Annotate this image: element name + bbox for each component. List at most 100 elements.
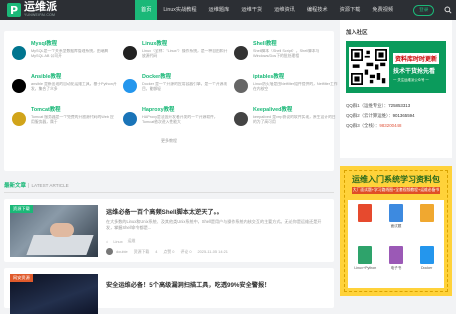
course-title[interactable]: Linux教程: [142, 39, 228, 47]
book-cover-icon: [388, 246, 403, 264]
qr-banner: 资料库时时更新 技术干货抢先看 一 关注运维派公众号 一: [346, 41, 446, 93]
course-title[interactable]: iptables教程: [253, 72, 339, 80]
qr-code-icon: [349, 47, 389, 87]
book-label: Docker: [420, 266, 433, 270]
promo-subtitle: 大厂面试题+学习路线图+全套视频教程+运维必备书: [352, 187, 440, 194]
promo-book: [413, 204, 440, 242]
book-cover-icon: [358, 246, 373, 264]
site-logo[interactable]: P 运维派 YUNWEIPAI.COM: [7, 2, 97, 18]
haproxy-icon: [123, 112, 137, 126]
promo-book: [352, 204, 379, 242]
author-avatar[interactable]: [106, 248, 113, 255]
latest-articles-header: 最新文章 | LATEST ARTICLE: [4, 181, 334, 193]
course-description: Linux（全称："Linux"）操作系统，是一种自由和开放源代码: [142, 49, 228, 59]
course-title[interactable]: Keepalived教程: [253, 105, 339, 113]
nav-item-question-bank[interactable]: 运维题库: [203, 0, 236, 20]
course-card[interactable]: Haproxy教程 HAProxy是法国开发者开发的一个开源软件，Tomcat依次…: [123, 105, 228, 130]
course-card[interactable]: Ansible教程 ansible 是新出现的自动化运维工具，基于Python开发…: [12, 72, 117, 97]
latest-title-en: LATEST ARTICLE: [31, 183, 69, 188]
sidebar: 加入社区 资料库时时更新 技术干货抢先看 一 关注运维派公众号 一 QQ群1（运…: [340, 20, 452, 296]
nav-item-free-videos[interactable]: 免费视频: [366, 0, 399, 20]
course-title[interactable]: Haproxy教程: [142, 105, 228, 113]
course-description: HAProxy是法国开发者开发的一个开源软件，Tomcat依次进入性能大: [142, 115, 218, 125]
article-item[interactable]: 资源下载 运维必备一百个高频Shell脚本太逆天了。。 在大多数的Linux和U…: [4, 199, 334, 262]
course-card[interactable]: Shell教程 Shell脚本（Shell Script），Shell脚本与Win…: [234, 39, 339, 64]
course-description: Shell脚本（Shell Script），Shell脚本与Windows/Do…: [253, 49, 320, 59]
article-category-tag[interactable]: 资源下载: [10, 205, 33, 213]
course-card[interactable]: Keepalived教程 keepalived 是vrrp协议的软件实现，原生设计…: [234, 105, 339, 130]
article-meta: doubie 资源下载 4 点赞 0 评论 0 2025-11-05 14:21: [106, 248, 234, 255]
promo-book: Linux+Python: [352, 246, 379, 284]
more-tutorials-link[interactable]: 更多教程: [12, 138, 326, 144]
article-tag[interactable]: 运维: [128, 238, 136, 244]
main-column: Mysql教程 MySQL是一个关系型数据库管理系统，由瑞典MySQL AB 公司…: [4, 31, 338, 314]
nav-item-programming[interactable]: 编程技术: [301, 0, 334, 20]
course-cards: Mysql教程 MySQL是一个关系型数据库管理系统，由瑞典MySQL AB 公司…: [4, 31, 338, 171]
top-nav: P 运维派 YUNWEIPAI.COM 首页 Linux实战教程 运维题库 运维…: [0, 0, 456, 20]
join-community-widget: 加入社区 资料库时时更新 技术干货抢先看 一 关注运维派公众号 一 QQ群1（运…: [340, 20, 452, 158]
course-title[interactable]: Mysql教程: [31, 39, 117, 47]
iptables-icon: [234, 79, 248, 93]
nav-item-home[interactable]: 首页: [135, 0, 158, 20]
qq-groups: QQ群1（运维专业）：725853313 QQ群2（云计算运维）：9013655…: [346, 103, 446, 129]
course-title[interactable]: Ansible教程: [31, 72, 117, 80]
linux-tux-icon: [123, 46, 137, 60]
article-excerpt: 在大多数的Linux和Unix系统、及其他类Unix系统中，Shell是用户与操…: [106, 219, 322, 231]
study-pack-promo[interactable]: 运维入门系统学习资料包 大厂面试题+学习路线图+全套视频教程+运维必备书 面试题…: [340, 166, 452, 296]
course-title[interactable]: Tomcat教程: [31, 105, 117, 113]
qr-text-2: 技术干货抢先看: [393, 68, 436, 75]
author-name[interactable]: doubie: [116, 249, 128, 254]
book-label: Linux+Python: [354, 266, 377, 270]
likes-count: 点赞 0: [163, 248, 175, 254]
comments-count: 评论 0: [180, 248, 192, 254]
course-card[interactable]: Mysql教程 MySQL是一个关系型数据库管理系统，由瑞典MySQL AB 公司…: [12, 39, 117, 64]
article-title[interactable]: 运维必备一百个高频Shell脚本太逆天了。。: [106, 207, 223, 216]
nav-item-ops-news[interactable]: 运维资讯: [268, 0, 301, 20]
promo-books-grid: 面试题 Linux+Python 电子书 Docker: [348, 200, 444, 288]
qr-text-1: 资料库时时更新: [393, 52, 440, 64]
article-title[interactable]: 安全运维必备！5个高级漏洞扫描工具，吃透99%安全警报！: [106, 280, 270, 289]
logo-p-icon: P: [7, 3, 21, 17]
course-title[interactable]: Shell教程: [253, 39, 339, 47]
article-item[interactable]: 网安资源 安全运维必备！5个高级漏洞扫描工具，吃透99%安全警报！: [4, 268, 334, 314]
qq-group-row: QQ群1（运维专业）：725853313: [346, 103, 411, 108]
promo-book: 面试题: [383, 204, 410, 242]
book-cover-icon: [419, 204, 434, 222]
qq-group-number[interactable]: 983200448: [379, 123, 401, 128]
nav-item-ops-articles[interactable]: 运维干货: [235, 0, 268, 20]
tomcat-cat-icon: [12, 112, 26, 126]
logo-name: 运维派: [24, 1, 57, 14]
docker-whale-icon: [123, 79, 137, 93]
nav-item-downloads[interactable]: 资源下载: [334, 0, 367, 20]
book-cover-icon: [419, 246, 434, 264]
course-grid: Mysql教程 MySQL是一个关系型数据库管理系统，由瑞典MySQL AB 公司…: [12, 39, 338, 130]
course-card[interactable]: Docker教程 Docker 是一个开源的应用容器引擎，是一个开源项目，能够轻: [123, 72, 228, 97]
qq-group-number[interactable]: 901365594: [393, 113, 415, 118]
latest-separator: |: [28, 183, 30, 189]
course-card[interactable]: Tomcat教程 Tomcat 服务器是一个免费的开放源代码的Web 应用服务器，…: [12, 105, 117, 130]
promo-title: 运维入门系统学习资料包: [352, 175, 440, 184]
book-cover-icon: [358, 204, 373, 222]
course-description: ansible 是新出现的自动化运维工具，基于Python开发，集合了众多: [31, 82, 117, 92]
book-label: 电子书: [390, 266, 402, 270]
course-card[interactable]: Linux教程 Linux（全称："Linux"）操作系统，是一种自由和开放源代码: [123, 39, 228, 64]
login-button[interactable]: 登录: [413, 4, 435, 16]
article-category-tag[interactable]: 网安资源: [10, 274, 33, 282]
search-icon[interactable]: [444, 6, 452, 14]
article-tag[interactable]: Linux: [113, 239, 122, 244]
promo-book: 电子书: [383, 246, 410, 284]
course-card[interactable]: iptables教程 Linux防火墙是由Netfilter组件提供的，Netfi…: [234, 72, 339, 97]
shell-terminal-icon: [234, 46, 248, 60]
promo-book: Docker: [413, 246, 440, 284]
course-description: keepalived 是vrrp协议的软件实现，原生设计的目的为了高可用: [253, 115, 336, 125]
article-category[interactable]: 资源下载: [134, 249, 150, 255]
qq-group-row: QQ群3（全栈）：983200448: [346, 123, 402, 128]
course-description: Docker 是一个开源的应用容器引擎，是一个开源项目，能够轻: [142, 82, 228, 92]
qq-group-number[interactable]: 725853313: [388, 103, 410, 108]
course-title[interactable]: Docker教程: [142, 72, 228, 80]
nav-item-linux-tutorial[interactable]: Linux实战教程: [157, 0, 202, 20]
course-description: Linux防火墙是由Netfilter组件提供的，Netfilter工作在内核空: [253, 82, 338, 92]
qr-text-3: 一 关注运维派公众号 一: [393, 77, 429, 82]
publish-date: 2025-11-05 14:21: [197, 249, 228, 254]
course-description: Tomcat 服务器是一个免费的开放源代码的Web 应用服务器，属于: [31, 115, 114, 125]
